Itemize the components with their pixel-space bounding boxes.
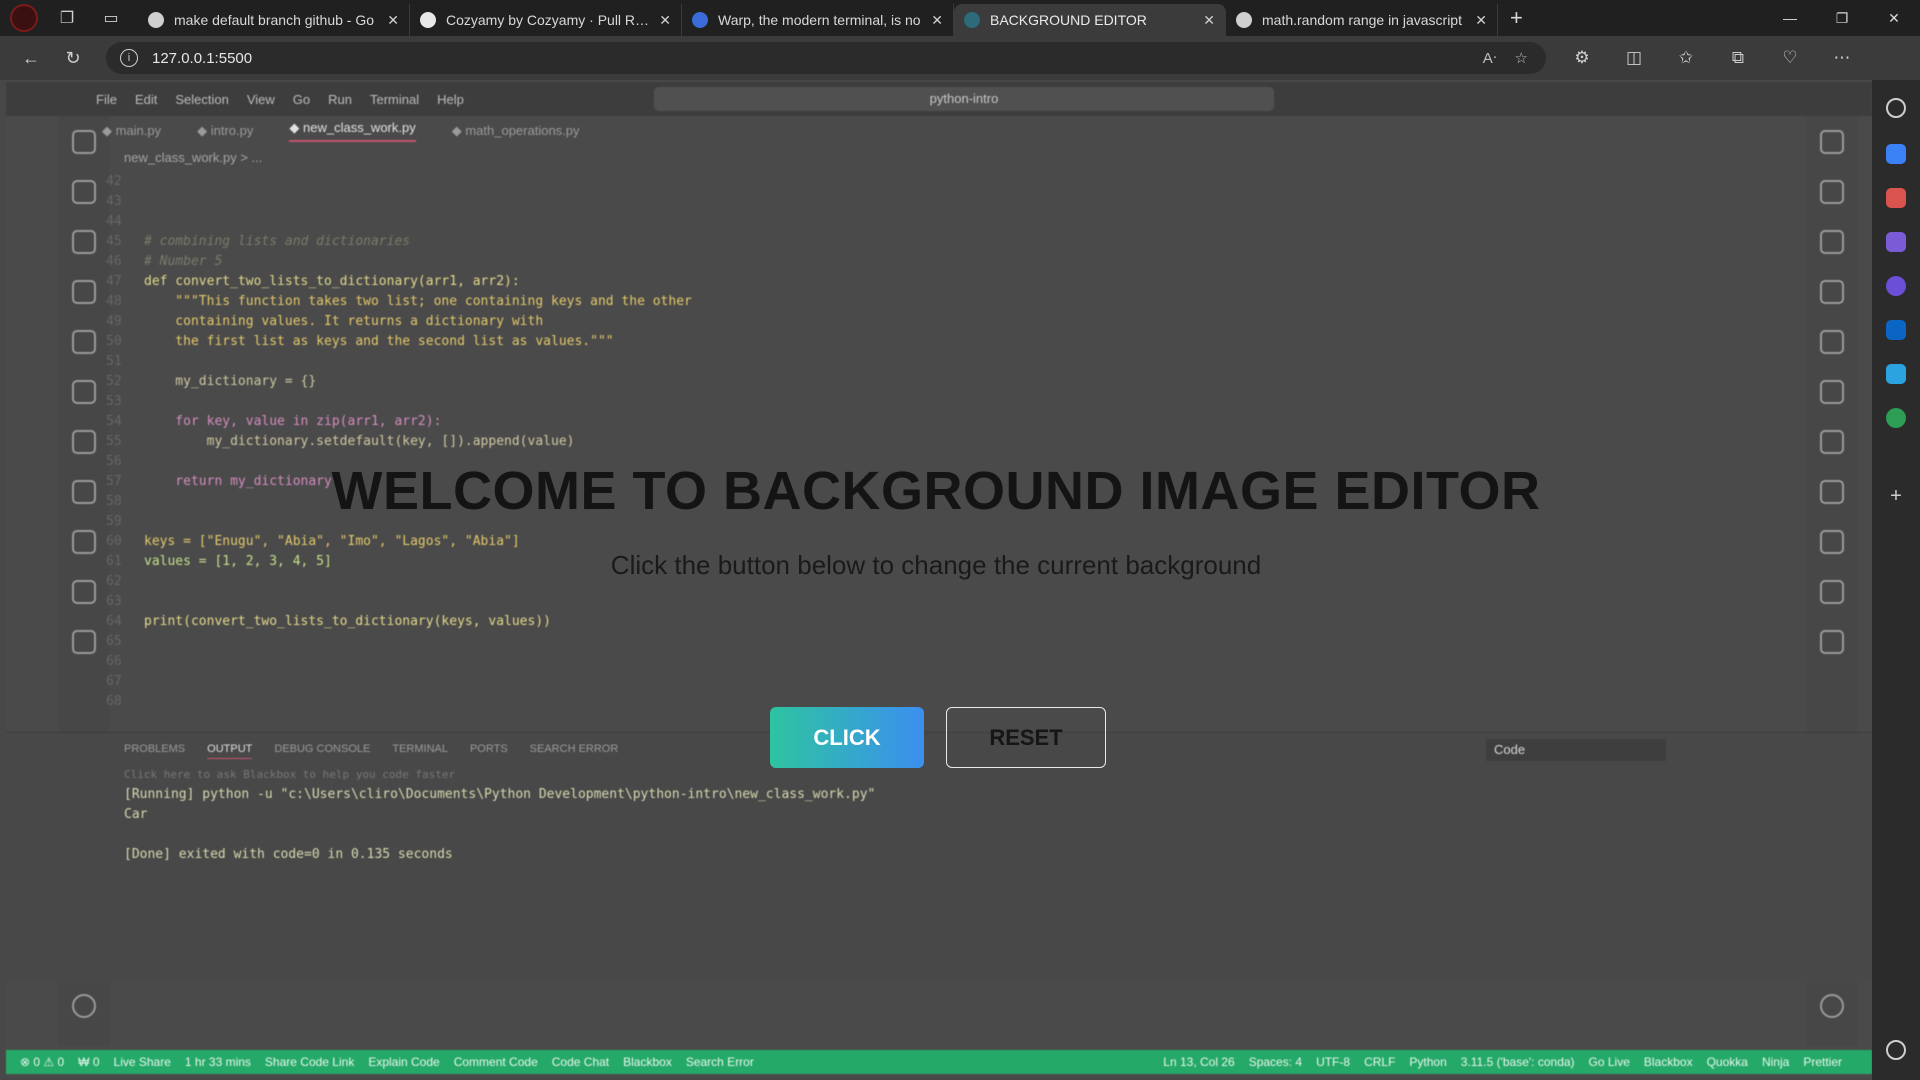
browser-tab[interactable]: math.random range in javascript ✕ [1226, 4, 1498, 36]
tab-title: Warp, the modern terminal, is no [718, 12, 921, 28]
browser-tab[interactable]: Cozyamy by Cozyamy · Pull Requ ✕ [410, 4, 682, 36]
tab-title: BACKGROUND EDITOR [990, 12, 1147, 28]
site-info-icon[interactable]: i [120, 49, 138, 67]
outlook-icon[interactable] [1886, 320, 1906, 340]
reset-button[interactable]: RESET [946, 707, 1106, 768]
tab-list: make default branch github - Go ✕ Cozyamy … [138, 0, 1498, 36]
click-button[interactable]: CLICK [770, 707, 924, 768]
back-icon[interactable]: ← [10, 48, 52, 69]
app-overlay: WELCOME TO BACKGROUND IMAGE EDITOR Click… [0, 80, 1872, 1080]
tab-close-icon[interactable]: ✕ [1475, 12, 1487, 29]
tools-icon[interactable] [1886, 188, 1906, 208]
sidebar-settings-icon[interactable] [1886, 1040, 1906, 1060]
browser-tab[interactable]: BACKGROUND EDITOR ✕ [954, 4, 1226, 36]
browser-toolbar: ← ↻ i 127.0.0.1:5500 Aᐧ ☆ ⚙ ◫ ✩ ⧉ ♡ ⋯ [0, 36, 1920, 80]
page-subtitle: Click the button below to change the cur… [610, 550, 1262, 580]
workspaces-icon[interactable]: ❐ [52, 3, 82, 33]
refresh-icon[interactable]: ↻ [52, 48, 94, 69]
tab-favicon-icon [420, 12, 436, 28]
browser-essentials-icon[interactable]: ♡ [1764, 48, 1816, 68]
tab-close-icon[interactable]: ✕ [387, 12, 399, 29]
browser-tab[interactable]: Warp, the modern terminal, is no ✕ [682, 4, 954, 36]
favorite-star-icon[interactable]: ☆ [1515, 49, 1528, 67]
tab-title: Cozyamy by Cozyamy · Pull Requ [446, 12, 652, 28]
page-viewport: File Edit Selection View Go Run Terminal Help p… [0, 80, 1872, 1080]
address-bar[interactable]: i 127.0.0.1:5500 Aᐧ ☆ [106, 42, 1546, 74]
games-icon[interactable] [1886, 232, 1906, 252]
tab-favicon-icon [692, 12, 708, 28]
telegram-icon[interactable] [1886, 364, 1906, 384]
favorites-icon[interactable]: ✩ [1660, 48, 1712, 68]
collections-icon[interactable]: ⧉ [1712, 48, 1764, 68]
browser-tab[interactable]: make default branch github - Go ✕ [138, 4, 410, 36]
url-text: 127.0.0.1:5500 [152, 49, 253, 67]
browser-tools: ⚙ ◫ ✩ ⧉ ♡ ⋯ [1556, 48, 1868, 68]
tree-icon[interactable] [1886, 408, 1906, 428]
edge-sidebar: + [1872, 80, 1920, 1080]
more-menu-icon[interactable]: ⋯ [1816, 48, 1868, 68]
restore-icon[interactable]: ❐ [1816, 0, 1868, 36]
extensions-icon[interactable]: ⚙ [1556, 48, 1608, 68]
split-screen-icon[interactable]: ◫ [1608, 48, 1660, 68]
tab-favicon-icon [964, 12, 980, 28]
close-window-icon[interactable]: ✕ [1868, 0, 1920, 36]
tab-favicon-icon [1236, 12, 1252, 28]
browser-tab-strip: ❐ ▭ make default branch github - Go ✕ Cozy… [0, 0, 1920, 36]
minimize-icon[interactable]: — [1764, 0, 1816, 36]
tab-title: make default branch github - Go [174, 12, 375, 28]
tab-close-icon[interactable]: ✕ [931, 12, 943, 29]
tab-title: math.random range in javascript [1262, 12, 1462, 28]
read-aloud-icon[interactable]: Aᐧ [1483, 49, 1497, 67]
window-controls: — ❐ ✕ [1764, 0, 1920, 36]
page-title: WELCOME TO BACKGROUND IMAGE EDITOR [331, 461, 1541, 521]
tab-favicon-icon [148, 12, 164, 28]
tab-close-icon[interactable]: ✕ [659, 12, 671, 29]
new-tab-button[interactable]: + [1510, 2, 1523, 34]
copilot-icon[interactable] [1886, 276, 1906, 296]
search-icon[interactable] [1886, 98, 1906, 118]
shopping-icon[interactable] [1886, 144, 1906, 164]
tab-close-icon[interactable]: ✕ [1203, 12, 1215, 29]
vertical-tabs-icon[interactable]: ▭ [96, 3, 126, 33]
profile-avatar[interactable] [10, 4, 38, 32]
add-icon[interactable]: + [1886, 486, 1906, 506]
